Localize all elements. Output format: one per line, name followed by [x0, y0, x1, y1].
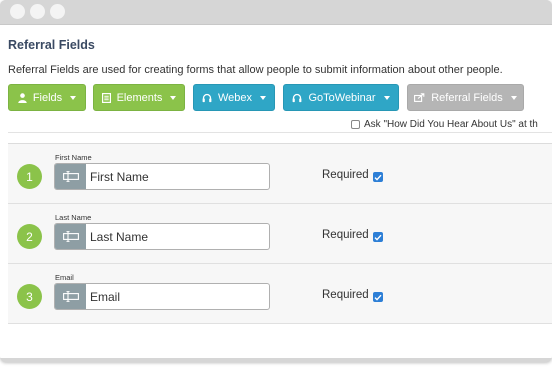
row-divider	[8, 203, 552, 204]
elements-button[interactable]: Elements	[93, 84, 185, 111]
required-label: Required	[322, 169, 369, 181]
required-checkbox[interactable]	[373, 172, 383, 182]
caret-down-icon	[170, 95, 177, 100]
field-value: Last Name	[90, 230, 149, 244]
caret-down-icon	[70, 95, 77, 100]
window-minimize-dot[interactable]	[30, 4, 45, 19]
field-number-badge: 1	[17, 164, 42, 189]
elements-icon	[101, 92, 111, 103]
field-label: Email	[55, 273, 74, 282]
referral-fields-button[interactable]: Referral Fields	[407, 84, 524, 111]
ask-how-heard-label: Ask "How Did You Hear About Us" at th	[364, 119, 538, 130]
required-checkbox[interactable]	[373, 292, 383, 302]
check-icon	[374, 234, 382, 241]
field-row: 2 Last Name Last Name Required	[8, 205, 552, 265]
referral-fields-button-label: Referral Fields	[431, 91, 503, 104]
caret-down-icon	[510, 95, 517, 100]
field-row: 1 First Name First Name Required	[8, 145, 552, 205]
person-icon	[18, 92, 27, 103]
window-close-dot[interactable]	[10, 4, 25, 19]
text-field-icon	[55, 164, 86, 189]
text-field-icon	[55, 284, 86, 309]
page-title: Referral Fields	[8, 38, 95, 52]
check-icon	[374, 294, 382, 301]
field-label: First Name	[55, 153, 92, 162]
window-titlebar	[0, 0, 552, 24]
field-label: Last Name	[55, 213, 92, 222]
gotowebinar-button-label: GoToWebinar	[308, 91, 376, 104]
row-divider	[8, 263, 552, 264]
field-value: Email	[90, 290, 121, 304]
headset-icon	[202, 93, 212, 103]
check-icon	[374, 174, 382, 181]
field-input[interactable]: Email	[54, 283, 270, 310]
webex-button-label: Webex	[217, 91, 253, 104]
fields-button[interactable]: Fields	[8, 84, 86, 111]
window-zoom-dot[interactable]	[50, 4, 65, 19]
webex-button[interactable]: Webex	[193, 84, 275, 111]
field-number-badge: 2	[17, 224, 42, 249]
required-checkbox[interactable]	[373, 232, 383, 242]
field-input[interactable]: First Name	[54, 163, 270, 190]
share-icon	[414, 93, 425, 102]
app-window: Referral Fields Referral Fields are used…	[0, 0, 552, 362]
headset-icon	[292, 93, 302, 103]
required-label: Required	[322, 229, 369, 241]
page-description: Referral Fields are used for creating fo…	[8, 64, 503, 76]
required-label: Required	[322, 289, 369, 301]
field-value: First Name	[90, 170, 149, 184]
toolbar-divider	[8, 132, 552, 133]
ask-how-heard-checkbox[interactable]	[351, 120, 360, 129]
ask-how-heard-option[interactable]: Ask "How Did You Hear About Us" at th	[351, 119, 538, 130]
row-divider	[8, 323, 552, 324]
caret-down-icon	[260, 95, 267, 100]
section-top-divider	[8, 143, 552, 144]
field-row: 3 Email Email Required	[8, 265, 552, 325]
fields-button-label: Fields	[32, 91, 63, 104]
field-number-badge: 3	[17, 284, 42, 309]
caret-down-icon	[383, 95, 390, 100]
field-input[interactable]: Last Name	[54, 223, 270, 250]
elements-button-label: Elements	[116, 91, 163, 104]
text-field-icon	[55, 224, 86, 249]
gotowebinar-button[interactable]: GoToWebinar	[283, 84, 399, 111]
content-area: Referral Fields Referral Fields are used…	[0, 24, 552, 358]
